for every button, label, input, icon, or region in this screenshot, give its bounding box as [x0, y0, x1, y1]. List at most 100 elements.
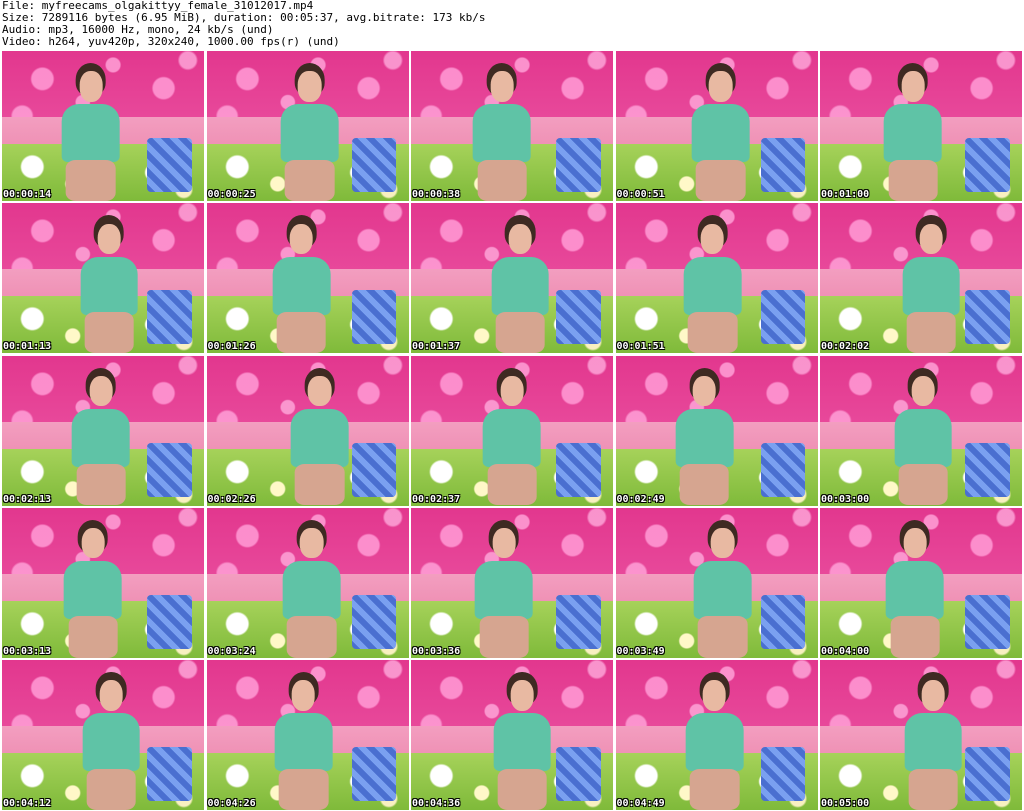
- blue-pillow: [965, 594, 1010, 649]
- blue-pillow: [351, 442, 397, 497]
- blue-pillow: [147, 594, 192, 649]
- blue-pillow: [965, 747, 1010, 801]
- thumbnail-timestamp: 00:03:13: [3, 645, 52, 657]
- person-figure: [488, 672, 557, 810]
- blue-pillow: [556, 594, 601, 649]
- person-figure: [678, 215, 747, 354]
- video-thumbnail: 00:00:25: [206, 51, 409, 201]
- person-figure: [75, 215, 144, 354]
- blue-pillow: [556, 747, 601, 801]
- thumbnail-timestamp: 00:00:25: [207, 189, 256, 200]
- person-figure: [478, 367, 547, 506]
- thumbnail-timestamp: 00:05:00: [821, 798, 870, 809]
- person-figure: [879, 63, 948, 201]
- person-figure: [267, 215, 336, 354]
- video-thumbnail: 00:04:00: [820, 507, 1022, 658]
- file-name-line: File: myfreecams_olgakittyy_female_31012…: [2, 0, 314, 12]
- thumbnail-timestamp: 00:02:49: [616, 493, 665, 505]
- thumbnail-timestamp: 00:04:26: [207, 798, 256, 809]
- blue-pillow: [965, 138, 1010, 192]
- video-thumbnail: 00:00:14: [2, 51, 204, 201]
- video-thumbnail: 00:03:49: [615, 507, 818, 658]
- thumbnail-timestamp: 00:03:00: [821, 493, 870, 505]
- person-figure: [899, 672, 968, 810]
- video-thumbnail: 00:03:13: [2, 507, 204, 658]
- video-thumbnail: 00:05:00: [820, 660, 1022, 810]
- person-figure: [486, 215, 555, 354]
- thumbnail-timestamp: 00:02:26: [207, 493, 256, 505]
- video-thumbnail: 00:04:12: [2, 660, 204, 810]
- video-thumbnail: 00:02:02: [820, 203, 1022, 354]
- video-thumbnail: 00:03:36: [411, 507, 613, 658]
- video-thumbnail: 00:04:36: [411, 660, 613, 810]
- person-figure: [881, 519, 950, 658]
- person-figure: [77, 672, 146, 810]
- person-figure: [686, 63, 755, 201]
- blue-pillow: [351, 138, 397, 192]
- thumbnail-grid: 00:00:14 00:00:25 00:00:38 00:00:51 00:01:00…: [2, 51, 1022, 810]
- blue-pillow: [556, 442, 601, 497]
- thumbnail-timestamp: 00:00:38: [412, 189, 461, 200]
- thumbnail-timestamp: 00:01:51: [616, 341, 665, 353]
- blue-pillow: [760, 290, 806, 345]
- blue-pillow: [760, 747, 806, 801]
- thumbnail-timestamp: 00:02:02: [821, 341, 870, 353]
- video-thumbnail: 00:00:38: [411, 51, 613, 201]
- video-thumbnail: 00:03:00: [820, 355, 1022, 506]
- thumbnail-timestamp: 00:01:26: [207, 341, 256, 353]
- thumbnail-timestamp: 00:03:49: [616, 645, 665, 657]
- blue-pillow: [556, 290, 601, 345]
- thumbnail-timestamp: 00:01:37: [412, 341, 461, 353]
- person-figure: [269, 672, 338, 810]
- person-figure: [285, 367, 354, 506]
- thumbnail-timestamp: 00:02:13: [3, 493, 52, 505]
- thumbnail-timestamp: 00:01:13: [3, 341, 52, 353]
- blue-pillow: [760, 138, 806, 192]
- audio-info-line: Audio: mp3, 16000 Hz, mono, 24 kb/s (und…: [2, 24, 274, 36]
- person-figure: [680, 672, 749, 810]
- thumbnail-timestamp: 00:02:37: [412, 493, 461, 505]
- video-thumbnail: 00:01:26: [206, 203, 409, 354]
- video-thumbnail: 00:03:24: [206, 507, 409, 658]
- blue-pillow: [147, 442, 192, 497]
- thumbnail-timestamp: 00:00:51: [616, 189, 665, 200]
- thumbnail-timestamp: 00:03:36: [412, 645, 461, 657]
- person-figure: [275, 63, 344, 201]
- video-thumbnail: 00:02:49: [615, 355, 818, 506]
- thumbnail-timestamp: 00:04:49: [616, 798, 665, 809]
- blue-pillow: [147, 290, 192, 345]
- video-info-line: Video: h264, yuv420p, 320x240, 1000.00 f…: [2, 36, 340, 48]
- thumbnail-timestamp: 00:01:00: [821, 189, 870, 200]
- thumbnail-timestamp: 00:03:24: [207, 645, 256, 657]
- file-info-header: File: myfreecams_olgakittyy_female_31012…: [2, 0, 1022, 48]
- blue-pillow: [351, 594, 397, 649]
- person-figure: [67, 367, 136, 506]
- video-thumbnail: 00:00:51: [615, 51, 818, 201]
- blue-pillow: [760, 594, 806, 649]
- blue-pillow: [760, 442, 806, 497]
- person-figure: [889, 367, 958, 506]
- video-thumbnail: 00:01:13: [2, 203, 204, 354]
- person-figure: [470, 519, 539, 658]
- person-figure: [57, 63, 126, 201]
- person-figure: [59, 519, 128, 658]
- video-thumbnail: 00:04:26: [206, 660, 409, 810]
- video-thumbnail: 00:01:00: [820, 51, 1022, 201]
- person-figure: [277, 519, 346, 658]
- blue-pillow: [965, 290, 1010, 345]
- blue-pillow: [147, 138, 192, 192]
- person-figure: [670, 367, 739, 506]
- video-thumbnail: 00:01:37: [411, 203, 613, 354]
- thumbnail-timestamp: 00:00:14: [3, 189, 52, 200]
- blue-pillow: [147, 747, 192, 801]
- video-thumbnail: 00:02:26: [206, 355, 409, 506]
- blue-pillow: [556, 138, 601, 192]
- thumbnail-timestamp: 00:04:00: [821, 645, 870, 657]
- blue-pillow: [965, 442, 1010, 497]
- video-thumbnail: 00:01:51: [615, 203, 818, 354]
- video-thumbnail: 00:02:13: [2, 355, 204, 506]
- person-figure: [688, 519, 757, 658]
- video-thumbnail: 00:04:49: [615, 660, 818, 810]
- video-thumbnail: 00:02:37: [411, 355, 613, 506]
- blue-pillow: [351, 290, 397, 345]
